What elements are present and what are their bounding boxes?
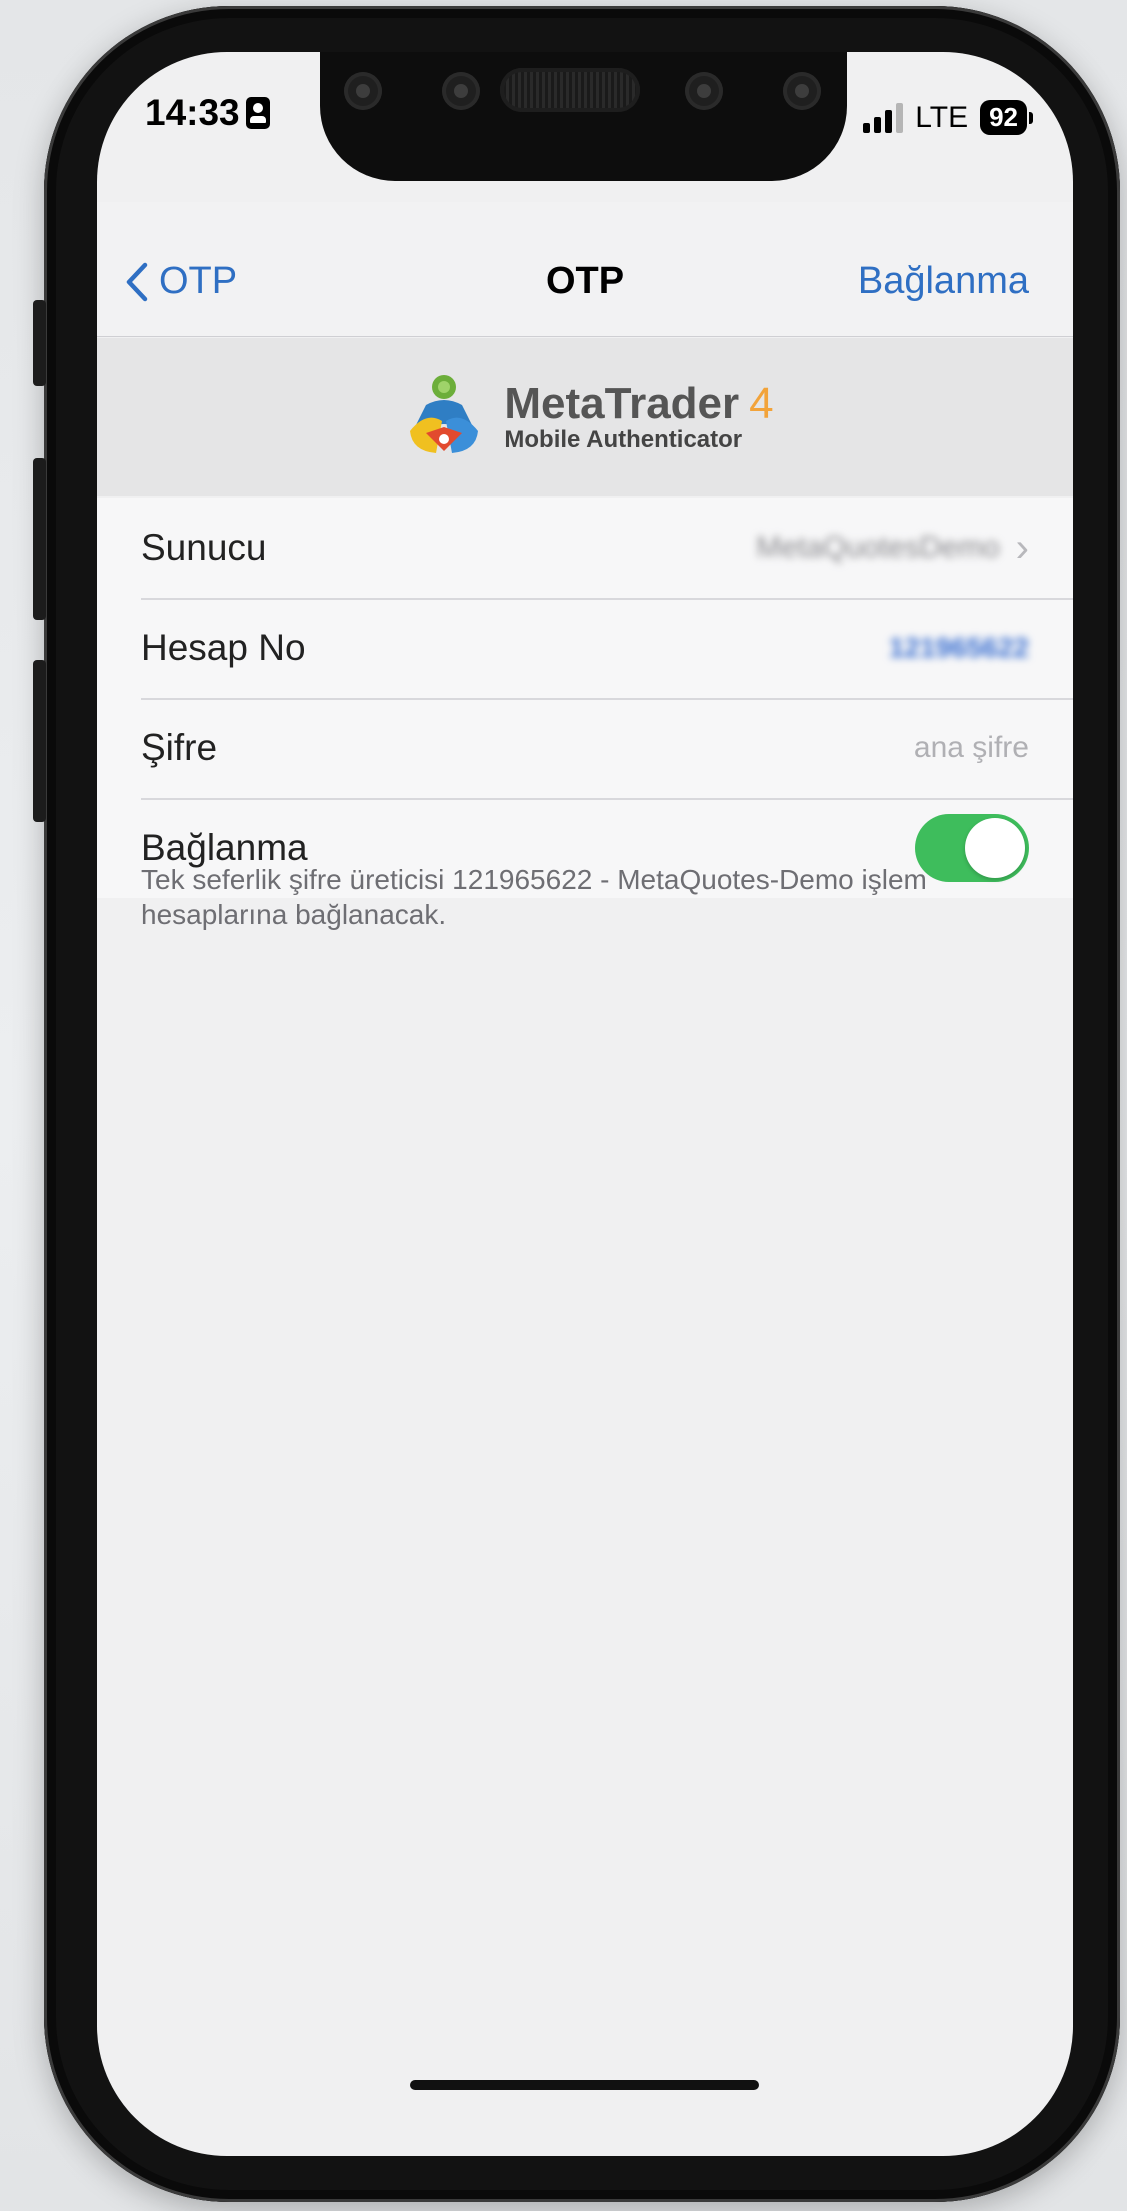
logo-brand: MetaTrader 4: [504, 382, 773, 426]
logo-brand-number: 4: [749, 379, 774, 428]
volume-down-button: [33, 660, 46, 822]
status-indicators: LTE 92: [863, 100, 1033, 135]
status-time: 14:33: [145, 92, 270, 134]
server-label: Sunucu: [141, 527, 267, 568]
server-value: MetaQuotesDemo: [756, 531, 1000, 564]
sensor-icon: [344, 72, 382, 110]
password-field[interactable]: ana şifre: [914, 698, 1029, 798]
server-row[interactable]: Sunucu MetaQuotesDemo ›: [97, 498, 1073, 598]
server-value-group: MetaQuotesDemo ›: [756, 498, 1029, 598]
password-row[interactable]: Şifre ana şifre: [97, 698, 1073, 798]
front-camera-icon: [685, 72, 723, 110]
connection-footnote: Tek seferlik şifre üreticisi 121965622 -…: [141, 864, 927, 930]
logo-subtitle: Mobile Authenticator: [504, 426, 743, 453]
password-placeholder: ana şifre: [913, 731, 1029, 764]
app-logo-header: MetaTrader 4 Mobile Authenticator: [97, 338, 1073, 496]
volume-up-button: [33, 458, 46, 620]
earpiece-speaker: [500, 68, 640, 112]
logo-wordmark: MetaTrader 4 Mobile Authenticator: [504, 382, 773, 452]
logo-brand-name: MetaTrader: [504, 379, 740, 428]
sensor-icon: [442, 72, 480, 110]
silent-switch: [33, 300, 46, 386]
notch: [320, 52, 847, 181]
settings-list: Sunucu MetaQuotesDemo › Hesap No 1219656…: [97, 498, 1073, 898]
contact-card-icon: [245, 97, 270, 129]
navigation-bar: OTP OTP Bağlanma: [97, 202, 1073, 337]
cellular-signal-icon: [863, 102, 904, 133]
phone-screen: 14:33 LTE 92 OTP OTP Bağlanma MetaTrader…: [97, 52, 1073, 2156]
home-indicator[interactable]: [410, 2080, 759, 2090]
battery-icon: 92: [980, 100, 1033, 135]
account-value-group: 121965622: [889, 598, 1029, 698]
battery-level: 92: [980, 100, 1027, 135]
network-type: LTE: [915, 100, 969, 134]
chevron-right-icon: ›: [1015, 525, 1029, 570]
password-label: Şifre: [141, 727, 218, 768]
sensor-icon: [783, 72, 821, 110]
battery-tip: [1029, 111, 1033, 124]
metatrader-logo-icon: [410, 375, 479, 453]
account-number-value: 121965622: [888, 632, 1029, 663]
account-row: Hesap No 121965622: [97, 598, 1073, 698]
connect-button[interactable]: Bağlanma: [858, 260, 1029, 303]
account-label: Hesap No: [141, 627, 306, 668]
status-time-text: 14:33: [145, 92, 240, 133]
